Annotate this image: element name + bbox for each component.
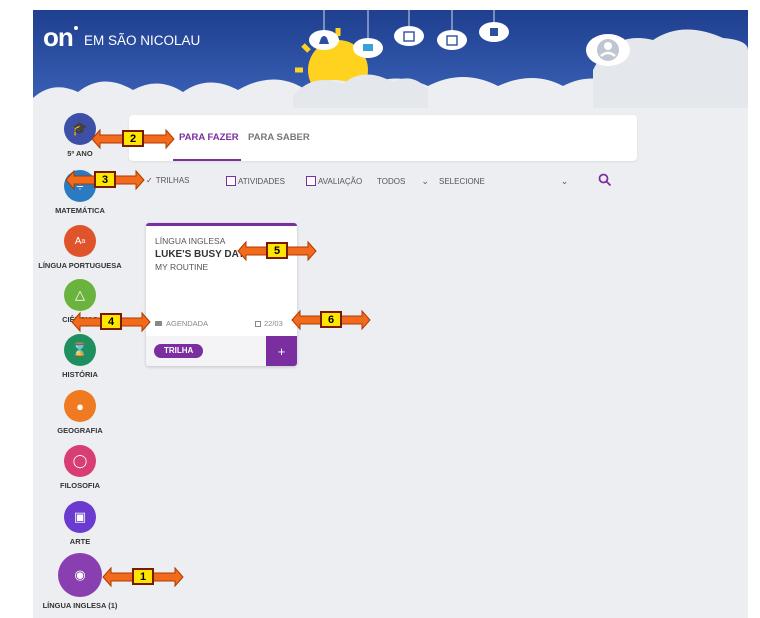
card-title: LUKE'S BUSY DAY <box>155 249 245 260</box>
sidebar-item-geografia[interactable]: ● GEOGRAFIA <box>33 390 135 435</box>
math-icon: ÷ <box>64 170 96 202</box>
filter-todos-label: TODOS <box>377 177 406 186</box>
calendar-small-icon <box>255 320 261 327</box>
globe-icon: ● <box>64 390 96 422</box>
filter-trilhas-label: TRILHAS <box>155 176 190 185</box>
sidebar-item-label: LÍNGUA INGLESA (1) <box>42 601 118 610</box>
active-tab-indicator <box>173 159 241 161</box>
sidebar-item-arte[interactable]: ▣ ARTE <box>33 501 135 546</box>
add-button[interactable]: + <box>266 336 297 366</box>
card-subtitle: MY ROUTINE <box>155 262 209 272</box>
tag-icon <box>155 321 162 326</box>
filter-avaliacao[interactable]: AVALIAÇÃO <box>306 176 362 186</box>
tab-para-saber[interactable]: PARA SABER <box>248 132 310 143</box>
chevron-down-icon: ⌄ <box>421 176 429 186</box>
tab-para-fazer[interactable]: PARA FAZER <box>179 132 239 143</box>
video-icon[interactable] <box>479 20 509 44</box>
card-date-label: 22/03 <box>264 319 283 328</box>
avaliacao-checkbox[interactable] <box>306 176 316 186</box>
sidebar-item-label: ARTE <box>69 537 91 546</box>
bell-icon[interactable] <box>309 28 339 52</box>
bulb-icon: ◯ <box>64 445 96 477</box>
filter-atividades[interactable]: ATIVIDADES <box>226 176 285 186</box>
filter-avaliacao-label: AVALIAÇÃO <box>318 176 363 186</box>
search-icon[interactable] <box>598 173 612 187</box>
sidebar-item-label: HISTÓRIA <box>62 370 98 379</box>
school-name: EM SÃO NICOLAU <box>84 33 201 48</box>
sidebar-item-lingua-portuguesa[interactable]: Aa LÍNGUA PORTUGUESA <box>33 225 135 270</box>
tabs-panel: PARA FAZER PARA SABER <box>129 115 637 161</box>
chevron-down-icon: ⌄ <box>560 176 569 186</box>
chart-icon[interactable] <box>437 28 467 52</box>
hourglass-icon: ⌛ <box>64 334 96 366</box>
calendar-icon[interactable] <box>394 24 424 48</box>
callout-1: 1 <box>132 568 154 585</box>
atividades-checkbox[interactable] <box>226 176 236 186</box>
sidebar-item-matematica[interactable]: ÷ MATEMÁTICA <box>33 170 135 215</box>
sidebar-item-label: GEOGRAFIA <box>57 426 103 435</box>
card-status: AGENDADA <box>155 319 208 328</box>
image-icon: ▣ <box>64 501 96 533</box>
sidebar-item-filosofia[interactable]: ◯ FILOSOFIA <box>33 445 135 490</box>
mail-icon[interactable] <box>353 36 383 60</box>
user-avatar-icon[interactable] <box>593 36 623 64</box>
sidebar-item-label: 5º ANO <box>67 149 93 158</box>
filter-selecione-dropdown[interactable]: SELECIONE ⌄ <box>439 176 568 187</box>
callout-4: 4 <box>100 313 122 330</box>
header-banner: on EM SÃO NICOLAU <box>33 10 748 108</box>
sky-illustration <box>33 10 748 108</box>
callout-2: 2 <box>122 130 144 147</box>
filter-atividades-label: ATIVIDADES <box>238 176 285 186</box>
app-logo[interactable]: on <box>43 22 78 53</box>
app-window: on EM SÃO NICOLAU 🎓 5º ANO ÷ MATEMÁTICA … <box>33 10 748 618</box>
sidebar-item-label: FILOSOFIA <box>60 481 100 490</box>
sidebar-item-label: MATEMÁTICA <box>55 206 105 215</box>
chat-icon: ◉ <box>58 553 102 597</box>
flask-icon: △ <box>64 279 96 311</box>
sidebar-item-5-ano[interactable]: 🎓 5º ANO <box>33 113 135 158</box>
card-date: 22/03 <box>255 319 283 328</box>
card-status-label: AGENDADA <box>166 319 209 328</box>
callout-3: 3 <box>94 171 116 188</box>
graduation-cap-icon: 🎓 <box>64 113 96 145</box>
sidebar-item-lingua-inglesa[interactable]: ◉ LÍNGUA INGLESA (1) <box>33 553 135 610</box>
filter-todos-dropdown[interactable]: TODOS ⌄ <box>377 176 429 187</box>
filter-selecione-label: SELECIONE <box>439 177 485 186</box>
card-footer: TRILHA + <box>146 336 297 366</box>
checkmark-icon: ✓ <box>146 176 153 185</box>
letters-icon: Aa <box>64 225 96 257</box>
trilha-badge: TRILHA <box>154 344 204 358</box>
callout-5: 5 <box>266 242 288 259</box>
card-subject: LÍNGUA INGLESA <box>155 236 226 246</box>
callout-6: 6 <box>320 311 342 328</box>
sidebar-item-label: LÍNGUA PORTUGUESA <box>38 261 122 270</box>
sidebar-item-historia[interactable]: ⌛ HISTÓRIA <box>33 334 135 379</box>
filter-trilhas[interactable]: ✓ TRILHAS <box>146 176 190 185</box>
